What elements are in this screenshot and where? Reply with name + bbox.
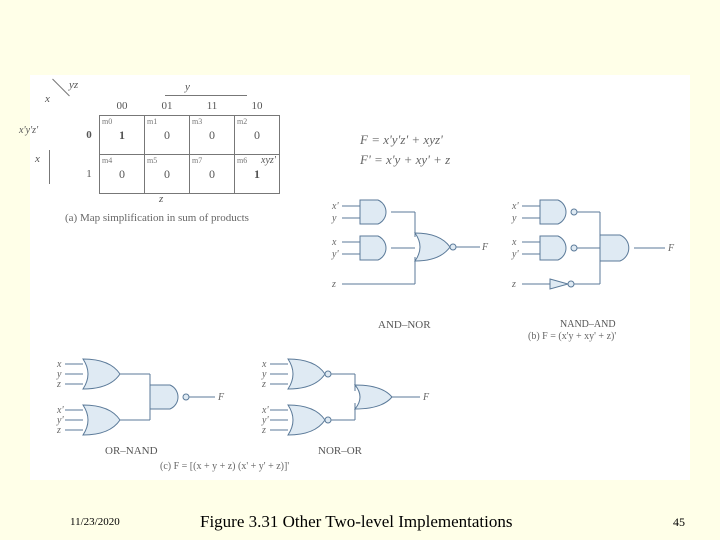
- nand-and-circuit: x' y x y' z F: [510, 195, 680, 315]
- footer-date: 11/23/2020: [70, 516, 120, 528]
- and-nor-label: AND–NOR: [378, 319, 431, 331]
- kmap-col-01: 01: [145, 97, 190, 116]
- svg-text:x: x: [511, 237, 517, 248]
- svg-text:y': y': [331, 249, 339, 260]
- svg-text:F: F: [481, 242, 489, 253]
- svg-text:z: z: [261, 379, 266, 390]
- svg-text:z: z: [261, 425, 266, 436]
- caption-c: (c) F = [(x + y + z) (x' + y' + z)]': [160, 461, 289, 472]
- nor-or-label: NOR–OR: [318, 445, 362, 457]
- figure-caption: Figure 3.31 Other Two-level Implementati…: [200, 512, 512, 532]
- kmap-cell: m10: [145, 116, 190, 155]
- kmap-col-00: 00: [100, 97, 145, 116]
- content-area: x yz 00 01 11 10 0 m01 m10 m30 m20 1 m40…: [30, 75, 690, 480]
- kmap-cell: m40: [100, 155, 145, 194]
- kmap-left-brace: x'y'z': [19, 125, 38, 136]
- kmap-cell: m50: [145, 155, 190, 194]
- svg-text:F: F: [217, 392, 225, 403]
- and-nor-circuit: x' y x y' z F: [330, 195, 490, 315]
- kmap-right-brace: xyz': [261, 155, 276, 166]
- kmap: x yz 00 01 11 10 0 m01 m10 m30 m20 1 m40…: [55, 85, 280, 224]
- kmap-yzvar: yz: [69, 79, 78, 91]
- svg-text:F: F: [422, 392, 430, 403]
- svg-text:x: x: [331, 237, 337, 248]
- kmap-caption: (a) Map simplification in sum of product…: [65, 212, 280, 224]
- svg-text:z: z: [56, 379, 61, 390]
- kmap-xvar: x: [45, 93, 50, 105]
- svg-text:x': x': [511, 201, 519, 212]
- svg-text:y: y: [511, 213, 517, 224]
- eq-F: F = x'y'z' + xyz': [360, 130, 450, 150]
- svg-text:z: z: [56, 425, 61, 436]
- kmap-x-brace: x: [35, 153, 40, 165]
- kmap-row-1: 1: [79, 155, 100, 194]
- kmap-cell: m01: [100, 116, 145, 155]
- svg-text:F: F: [667, 243, 675, 254]
- svg-text:x': x': [331, 201, 339, 212]
- svg-text:y': y': [511, 249, 519, 260]
- or-nand-label: OR–NAND: [105, 445, 158, 457]
- page-number: 45: [673, 515, 685, 530]
- kmap-cell: m30: [190, 116, 235, 155]
- equations: F = x'y'z' + xyz' F' = x'y + xy' + z: [360, 130, 450, 169]
- kmap-z-brace: z: [159, 193, 163, 205]
- kmap-col-10: 10: [235, 97, 280, 116]
- svg-text:z: z: [331, 279, 336, 290]
- nand-and-label: NAND–AND: [560, 319, 616, 330]
- svg-text:z: z: [511, 279, 516, 290]
- kmap-cell: m20: [235, 116, 280, 155]
- kmap-cell: m70: [190, 155, 235, 194]
- caption-b: (b) F = (x'y + xy' + z)': [528, 331, 616, 342]
- kmap-col-11: 11: [190, 97, 235, 116]
- svg-text:y: y: [331, 213, 337, 224]
- kmap-row-0: 0: [79, 116, 100, 155]
- eq-Fp: F' = x'y + xy' + z: [360, 150, 450, 170]
